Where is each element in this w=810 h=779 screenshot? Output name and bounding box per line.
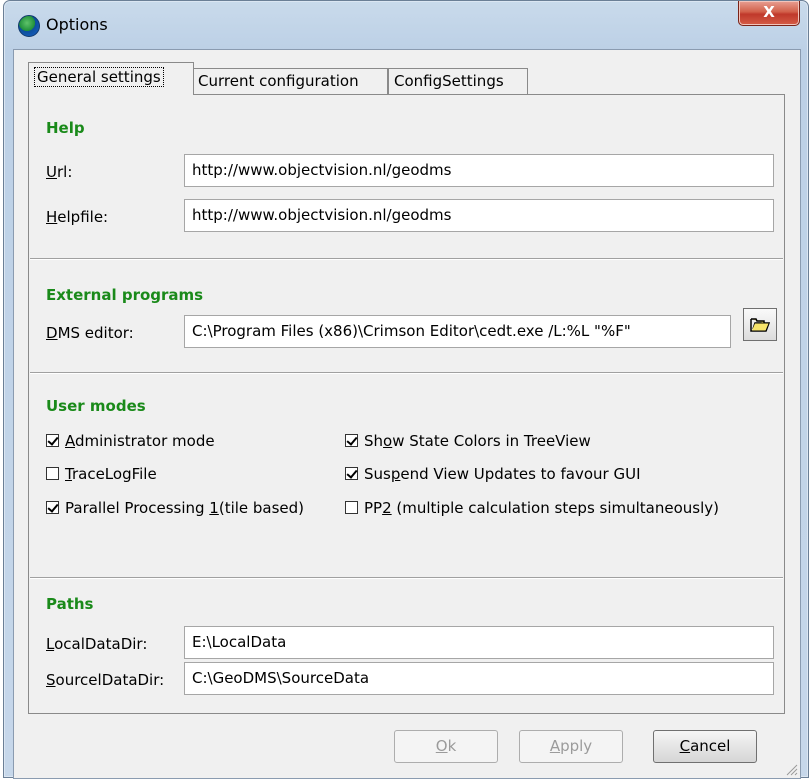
checkbox-box[interactable] [46, 434, 59, 447]
tab-config-settings[interactable]: ConfigSettings [388, 68, 528, 94]
external-programs-section-title: External programs [46, 286, 204, 304]
separator [30, 577, 783, 579]
url-label: Url: [46, 163, 73, 181]
url-input[interactable]: http://www.objectvision.nl/geodms [184, 154, 774, 187]
parallel-processing-checkbox[interactable]: Parallel Processing 1(tile based) [46, 499, 304, 517]
dms-editor-input[interactable]: C:\Program Files (x86)\Crimson Editor\ce… [184, 315, 731, 348]
tab-current-configuration[interactable]: Current configuration [192, 68, 388, 94]
administrator-mode-checkbox[interactable]: Administrator mode [46, 432, 215, 450]
globe-icon [18, 15, 40, 37]
dms-editor-label: DMS editor: [46, 324, 134, 342]
helpfile-label: Helpfile: [46, 208, 109, 226]
local-data-dir-label: LocalDataDir: [46, 635, 148, 653]
tab-label: ConfigSettings [394, 72, 504, 90]
local-data-dir-input[interactable]: E:\LocalData [184, 626, 774, 659]
user-modes-section-title: User modes [46, 397, 146, 415]
cancel-button[interactable]: Cancel [653, 730, 757, 763]
checkbox-box[interactable] [46, 467, 59, 480]
tab-label: Current configuration [198, 72, 359, 90]
source-data-dir-input[interactable]: C:\GeoDMS\SourceData [184, 662, 774, 695]
folder-open-icon [750, 318, 770, 332]
title-bar[interactable]: Options X [4, 1, 808, 49]
show-state-colors-checkbox[interactable]: Show State Colors in TreeView [345, 432, 591, 450]
tab-label: General settings [34, 67, 164, 87]
ok-button[interactable]: Ok [394, 730, 498, 763]
close-button[interactable]: X [738, 1, 800, 26]
source-data-dir-label: SourcelDataDir: [46, 671, 165, 689]
general-settings-panel: Help Url: http://www.objectvision.nl/geo… [28, 94, 785, 714]
window-title: Options [46, 15, 108, 34]
separator [30, 258, 783, 260]
tracelogfile-checkbox[interactable]: TraceLogFile [46, 465, 157, 483]
helpfile-input[interactable]: http://www.objectvision.nl/geodms [184, 199, 774, 232]
resize-grip-icon[interactable] [784, 762, 798, 776]
suspend-view-updates-checkbox[interactable]: Suspend View Updates to favour GUI [345, 465, 641, 483]
separator [30, 372, 783, 374]
checkbox-box[interactable] [345, 501, 358, 514]
help-section-title: Help [46, 119, 85, 137]
paths-section-title: Paths [46, 595, 94, 613]
checkbox-box[interactable] [46, 501, 59, 514]
tab-general-settings[interactable]: General settings [28, 62, 194, 95]
apply-button[interactable]: Apply [519, 730, 623, 763]
pp2-checkbox[interactable]: PP2 (multiple calculation steps simultan… [345, 499, 719, 517]
dialog-client-area: General settings Current configuration C… [13, 49, 801, 779]
checkbox-box[interactable] [345, 467, 358, 480]
checkbox-box[interactable] [345, 434, 358, 447]
options-dialog: Options X General settings Current confi… [3, 0, 809, 779]
browse-dms-editor-button[interactable] [743, 308, 777, 341]
